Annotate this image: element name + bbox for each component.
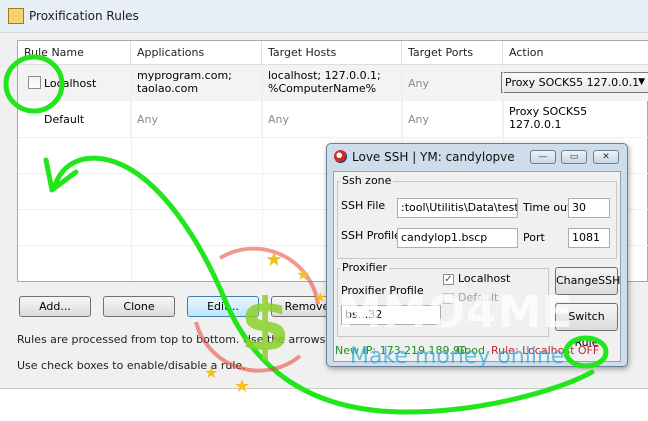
checkbox-hint: Use check boxes to enable/disable a rule… [17, 359, 246, 372]
ssh-file-input[interactable]: :tool\Utilitis\Data\test.txt [397, 198, 518, 218]
row-divider [18, 137, 648, 138]
dropdown-arrow-icon: ▼ [638, 77, 645, 87]
ssh-profile-label: SSH Profile [341, 229, 401, 242]
rule-applications: myprogram.com; taolao.com [131, 65, 262, 101]
default-checkbox[interactable] [443, 293, 454, 304]
port-input[interactable]: 1081 [568, 228, 610, 248]
switch-rule-button[interactable]: Switch Rule [555, 303, 618, 349]
ssh-window-title: Love SSH | YM: candylopve [352, 150, 515, 164]
rule-action-dropdown[interactable]: Proxy SOCKS5 127.0.0.1 ▼ [501, 72, 648, 93]
new-ip-status: New IP: 173.219.189.90 [335, 344, 468, 357]
rule-target-ports: Any [402, 101, 503, 137]
proxifier-app-icon [8, 8, 24, 24]
default-checkbox-label: Default [458, 291, 499, 304]
rule-action: Proxy SOCKS5 127.0.0.1 [503, 101, 648, 137]
rule-name: Default [38, 101, 131, 137]
column-header-applications[interactable]: Applications [131, 41, 262, 65]
love-ssh-window: Love SSH | YM: candylopve — ▭ ✕ Ssh zone… [326, 143, 628, 367]
ssh-window-titlebar[interactable]: Love SSH | YM: candylopve — ▭ ✕ [327, 144, 627, 170]
column-header-target-hosts[interactable]: Target Hosts [262, 41, 402, 65]
rule-target-hosts: Any [262, 101, 402, 137]
clone-rule-button[interactable]: Clone [103, 296, 175, 317]
maximize-icon[interactable]: ▭ [561, 150, 587, 164]
rule-action-value: Proxy SOCKS5 127.0.0.1 [505, 76, 640, 89]
column-header-target-ports[interactable]: Target Ports [402, 41, 503, 65]
proxifier-profile-label: Proxifier Profile [341, 284, 424, 297]
ssh-window-body: Ssh zone SSH File :tool\Utilitis\Data\te… [333, 171, 621, 362]
rules-order-hint: Rules are processed from top to bottom. … [17, 333, 370, 346]
ssh-zone-label: Ssh zone [340, 174, 394, 187]
proxifier-label: Proxifier [340, 261, 389, 274]
localhost-checkbox[interactable]: ✓ [443, 274, 454, 285]
table-row[interactable]: Default Any Any Any Proxy SOCKS5 127.0.0… [18, 101, 648, 137]
rule-target-hosts: localhost; 127.0.0.1; %ComputerName% [262, 65, 402, 101]
window-titlebar[interactable]: Proxification Rules [0, 0, 648, 33]
close-icon[interactable]: ✕ [593, 150, 619, 164]
column-divider [131, 65, 132, 281]
window-title: Proxification Rules [29, 9, 139, 23]
flag-icon [334, 150, 347, 163]
minimize-icon[interactable]: — [530, 150, 556, 164]
timeout-input[interactable]: 30 [568, 198, 610, 218]
timeout-label: Time out [523, 201, 572, 214]
column-header-action[interactable]: Action [503, 41, 648, 65]
edit-rule-button[interactable]: Edit... [187, 296, 259, 317]
port-label: Port [523, 231, 545, 244]
rule-applications: Any [131, 101, 262, 137]
localhost-checkbox-label: Localhost [458, 272, 511, 285]
column-header-rule-name[interactable]: Rule Name [18, 41, 131, 65]
add-rule-button[interactable]: Add... [19, 296, 91, 317]
rule-status: Rule: Localhost OFF [491, 344, 600, 357]
change-ssh-button[interactable]: ChangeSSH [555, 267, 620, 295]
ssh-profile-input[interactable]: candylop1.bscp [397, 228, 518, 248]
ssh-file-label: SSH File [341, 199, 386, 212]
rule-target-ports: Any [402, 65, 503, 101]
proxifier-profile-input[interactable]: bs...32 [341, 305, 441, 325]
rule-name: Localhost [38, 65, 131, 101]
connection-status: Good [456, 344, 485, 357]
column-divider [262, 65, 263, 281]
